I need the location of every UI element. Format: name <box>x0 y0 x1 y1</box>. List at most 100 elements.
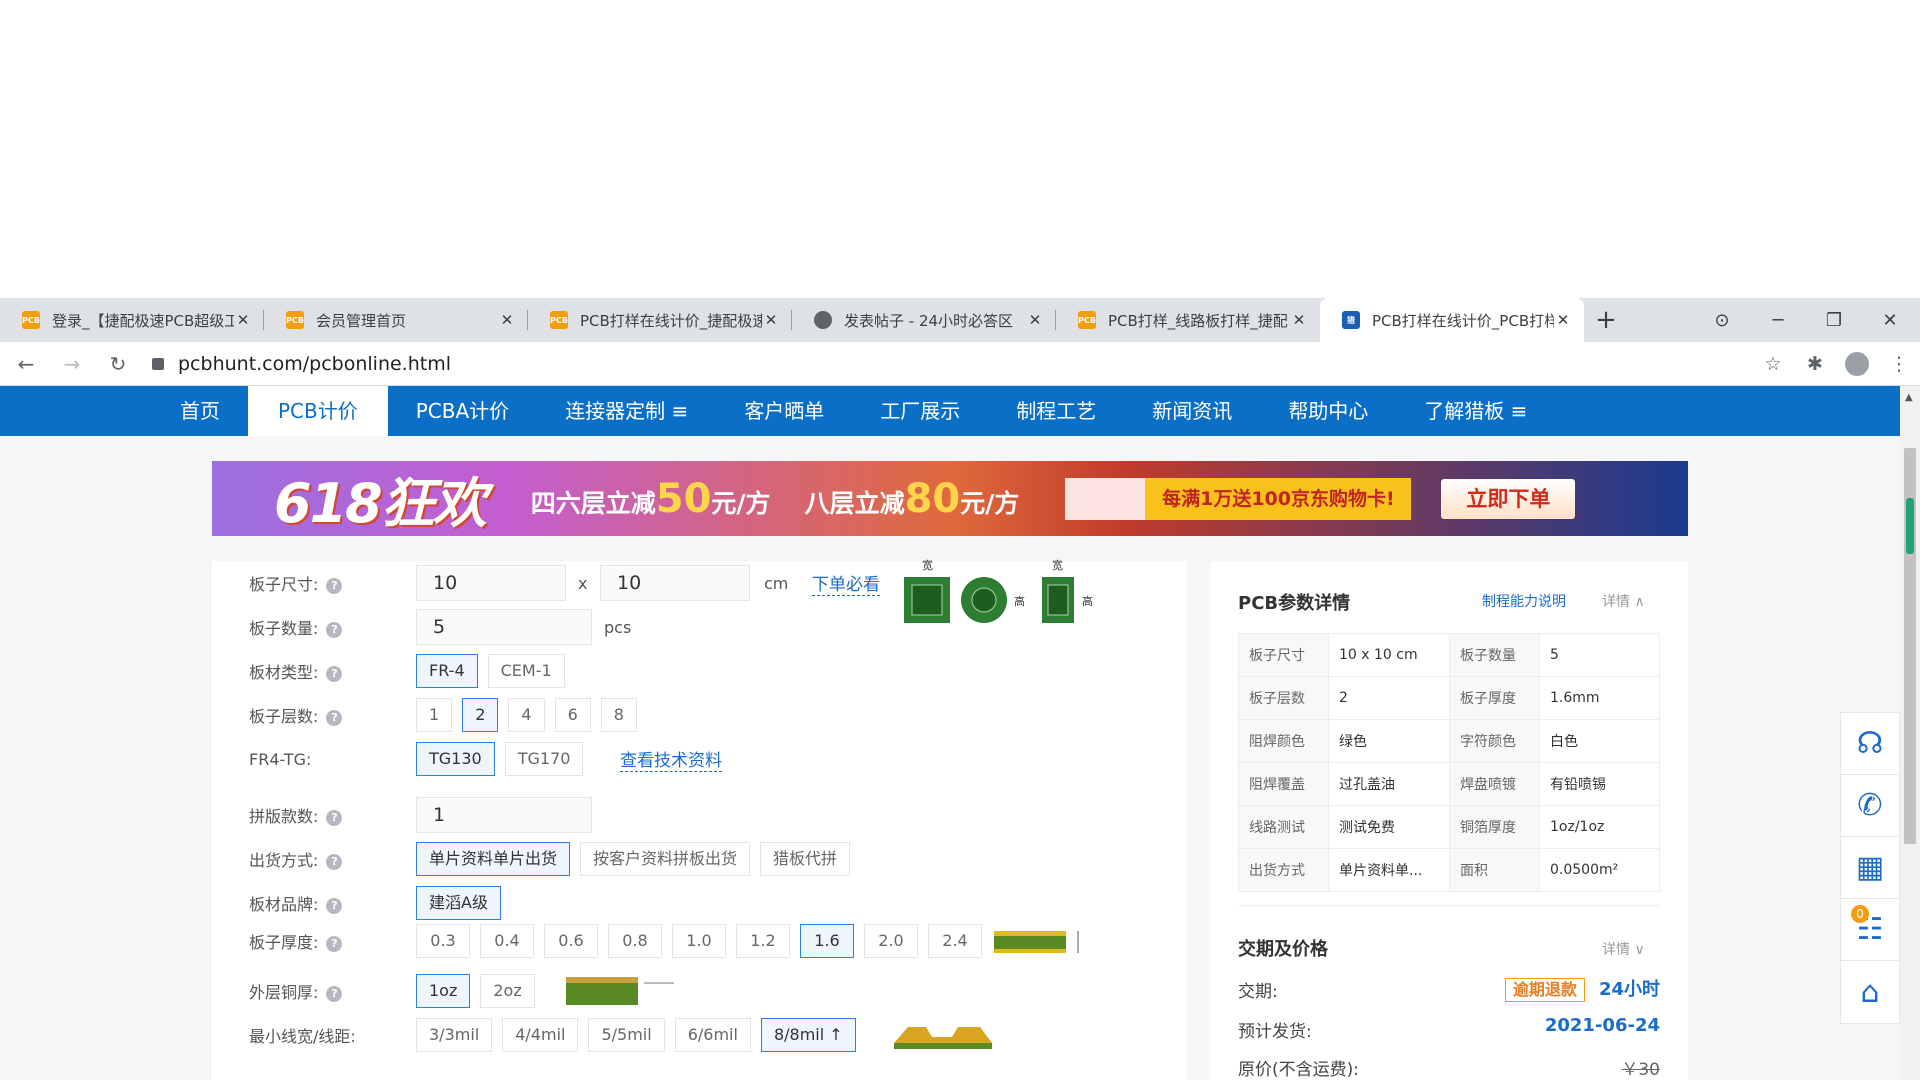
thickness-option[interactable]: 1.6 <box>800 924 854 958</box>
trace-option[interactable]: 3/3mil <box>416 1018 493 1052</box>
help-icon[interactable]: ? <box>326 985 343 1002</box>
browser-tab-5[interactable]: PCB PCB打样_线路板打样_捷配 ✕ <box>1056 298 1320 342</box>
layers-option[interactable]: 6 <box>554 698 591 732</box>
promo-banner[interactable]: 618狂欢 四六层立减50元/方 八层立减80元/方 每满1万送100京东购物卡… <box>212 461 1688 536</box>
pcb-favicon-icon: PCB <box>1078 311 1096 329</box>
banner-order-button[interactable]: 立即下单 <box>1441 478 1576 519</box>
copper-option[interactable]: 2oz <box>480 974 535 1008</box>
nav-connector[interactable]: 连接器定制 ≡ <box>537 386 716 436</box>
scroll-up-icon[interactable]: ▲ <box>1905 392 1913 403</box>
nav-process[interactable]: 制程工艺 <box>988 386 1124 436</box>
help-icon[interactable]: ? <box>326 897 343 914</box>
thickness-option[interactable]: 0.6 <box>544 924 598 958</box>
tab-search-icon[interactable]: ⊙ <box>1694 298 1750 342</box>
params-detail-toggle[interactable]: 详情 ∧ <box>1602 591 1645 611</box>
close-icon[interactable]: ✕ <box>1554 311 1572 329</box>
shipping-option[interactable]: 按客户资料拼板出货 <box>580 842 751 876</box>
copper-option[interactable]: 1oz <box>416 974 471 1008</box>
close-icon[interactable]: ✕ <box>1026 311 1044 329</box>
browser-tab-2[interactable]: PCB 会员管理首页 ✕ <box>264 298 528 342</box>
close-icon[interactable]: ✕ <box>234 311 252 329</box>
layers-option[interactable]: 2 <box>462 698 499 732</box>
customer-service-icon[interactable]: ☊ <box>1841 713 1899 775</box>
menu-icon[interactable]: ⋮ <box>1878 353 1920 375</box>
nav-pcb-price[interactable]: PCB计价 <box>248 386 388 436</box>
thickness-option[interactable]: 1.0 <box>672 924 726 958</box>
layers-option[interactable]: 1 <box>416 698 453 732</box>
nav-pcba-price[interactable]: PCBA计价 <box>388 386 537 436</box>
height-input[interactable]: 10 <box>600 565 750 601</box>
new-tab-button[interactable]: + <box>1584 305 1628 335</box>
restore-button[interactable]: ❐ <box>1806 298 1862 342</box>
help-icon[interactable]: ? <box>326 935 343 952</box>
quantity-input[interactable]: 5 <box>416 609 592 645</box>
thickness-option[interactable]: 1.2 <box>736 924 790 958</box>
must-read-link[interactable]: 下单必看 <box>812 570 880 596</box>
close-icon[interactable]: ✕ <box>498 311 516 329</box>
address-bar[interactable]: pcbhunt.com/pcbonline.html <box>152 353 451 375</box>
nav-about[interactable]: 了解猎板 ≡ <box>1396 386 1555 436</box>
width-input[interactable]: 10 <box>416 565 566 601</box>
back-button[interactable]: ← <box>6 352 46 376</box>
material-option-cem1[interactable]: CEM-1 <box>487 654 565 688</box>
material-option-fr4[interactable]: FR-4 <box>416 654 478 688</box>
phone-icon[interactable]: ✆ <box>1841 775 1899 837</box>
board-thickness-illustration-icon <box>994 931 1079 953</box>
nav-news[interactable]: 新闻资讯 <box>1124 386 1260 436</box>
thickness-option[interactable]: 2.0 <box>864 924 918 958</box>
help-icon[interactable]: ? <box>326 709 343 726</box>
banner-gift-card: 每满1万送100京东购物卡! <box>1065 477 1412 520</box>
profile-avatar[interactable] <box>1845 352 1869 376</box>
nav-help[interactable]: 帮助中心 <box>1260 386 1396 436</box>
tag-icon[interactable]: ⌂ <box>1841 961 1899 1023</box>
help-icon[interactable]: ? <box>326 665 343 682</box>
bookmark-star-icon[interactable]: ☆ <box>1752 353 1794 375</box>
tg-option[interactable]: TG130 <box>416 742 495 776</box>
browser-tab-4[interactable]: 发表帖子 - 24小时必答区 ✕ <box>792 298 1056 342</box>
shipping-option[interactable]: 单片资料单片出货 <box>416 842 571 876</box>
browser-tab-1[interactable]: PCB 登录_【捷配极速PCB超级工 ✕ <box>0 298 264 342</box>
reload-button[interactable]: ↻ <box>98 352 138 376</box>
copper-illustration-icon <box>566 977 674 1005</box>
thickness-option[interactable]: 2.4 <box>928 924 982 958</box>
nav-factory[interactable]: 工厂展示 <box>852 386 988 436</box>
delivery-detail-toggle[interactable]: 详情 ∨ <box>1602 939 1645 959</box>
trace-option[interactable]: 6/6mil <box>674 1018 751 1052</box>
forward-button[interactable]: → <box>52 352 92 376</box>
tech-data-link[interactable]: 查看技术资料 <box>620 746 722 772</box>
close-icon[interactable]: ✕ <box>1290 311 1308 329</box>
layers-option[interactable]: 4 <box>508 698 545 732</box>
cart-icon[interactable]: 0 ☷ <box>1841 899 1899 961</box>
page-scrollbar[interactable]: ▲ <box>1900 386 1920 1080</box>
capability-link[interactable]: 制程能力说明 <box>1482 591 1566 611</box>
brand-option[interactable]: 建滔A级 <box>416 886 501 920</box>
help-icon[interactable]: ? <box>326 577 343 594</box>
extensions-icon[interactable]: ✱ <box>1794 353 1836 375</box>
thickness-option[interactable]: 0.3 <box>416 924 470 958</box>
thickness-option[interactable]: 0.8 <box>608 924 662 958</box>
nav-customer[interactable]: 客户晒单 <box>716 386 852 436</box>
minimize-button[interactable]: ─ <box>1750 298 1806 342</box>
trace-option[interactable]: 4/4mil <box>502 1018 579 1052</box>
qrcode-icon[interactable]: ▦ <box>1841 837 1899 899</box>
layers-option[interactable]: 8 <box>600 698 637 732</box>
nav-home[interactable]: 首页 <box>152 386 248 436</box>
help-icon[interactable]: ? <box>326 853 343 870</box>
trace-option[interactable]: 5/5mil <box>588 1018 665 1052</box>
svg-text:高: 高 <box>1014 594 1025 608</box>
close-window-button[interactable]: ✕ <box>1862 298 1918 342</box>
material-label: 板材类型:? <box>249 659 343 683</box>
help-icon[interactable]: ? <box>326 621 343 638</box>
close-icon[interactable]: ✕ <box>762 311 780 329</box>
lock-icon <box>152 357 164 370</box>
browser-tab-6[interactable]: 猎 PCB打样在线计价_PCB打样 ✕ <box>1320 298 1584 342</box>
lead-time-value: 逾期退款 24小时 <box>1504 975 1660 1002</box>
browser-tab-3[interactable]: PCB PCB打样在线计价_捷配极速 ✕ <box>528 298 792 342</box>
tg-option[interactable]: TG170 <box>504 742 584 776</box>
panel-count-input[interactable]: 1 <box>416 797 592 833</box>
shipping-option[interactable]: 猎板代拼 <box>760 842 851 876</box>
thickness-option[interactable]: 0.4 <box>480 924 534 958</box>
help-icon[interactable]: ? <box>326 809 343 826</box>
globe-icon <box>814 311 832 329</box>
trace-option[interactable]: 8/8mil ↑ <box>760 1018 856 1052</box>
